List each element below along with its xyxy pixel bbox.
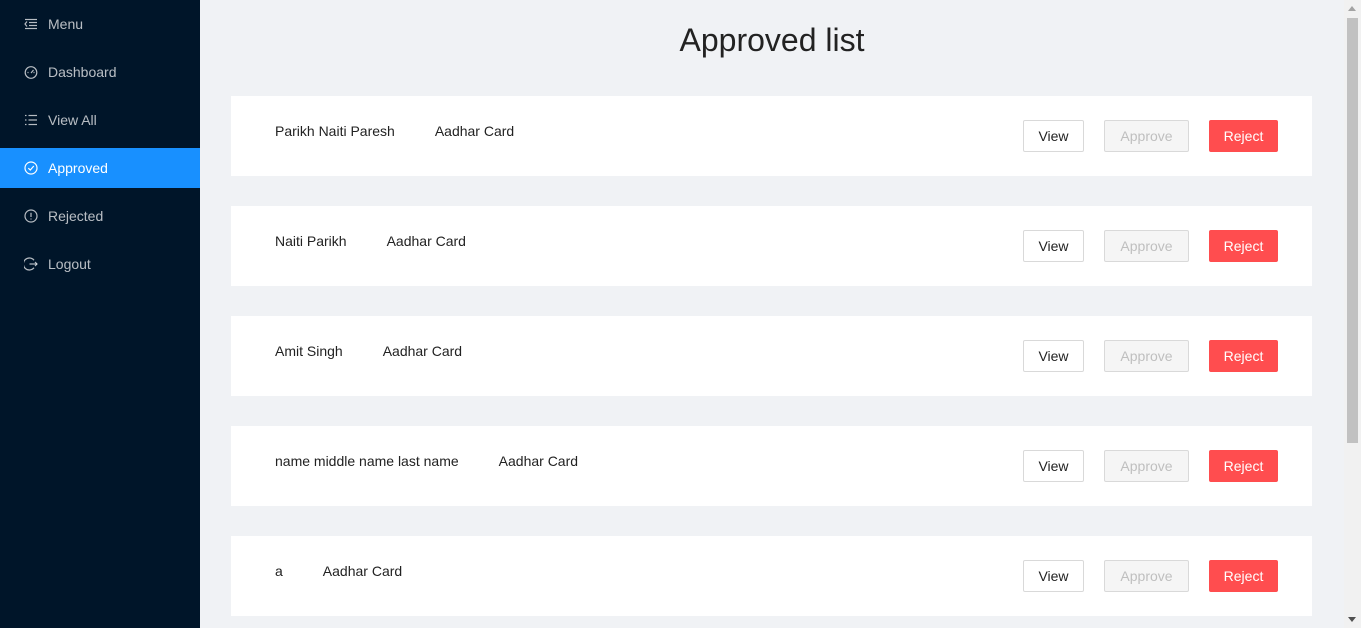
vertical-scrollbar[interactable] [1344,0,1361,628]
exclamation-circle-icon [24,209,38,223]
menu-fold-icon [24,17,38,31]
document-type: Aadhar Card [322,563,403,579]
approve-button[interactable]: Approve [1104,450,1189,482]
approve-button[interactable]: Approve [1104,120,1189,152]
main-content: Approved list Parikh Naiti Paresh Aadhar … [200,0,1344,628]
reject-button[interactable]: Reject [1209,560,1278,592]
sidebar-item-label: Menu [48,16,84,32]
list-item: Naiti Parikh Aadhar Card View Approve Rej… [231,206,1312,286]
sidebar-item-approved[interactable]: Approved [0,148,200,188]
dashboard-icon [24,65,38,79]
applicant-name: Parikh Naiti Paresh [275,123,395,139]
scroll-down-icon[interactable] [1348,617,1356,622]
approve-button[interactable]: Approve [1104,230,1189,262]
approve-button[interactable]: Approve [1104,560,1189,592]
check-circle-icon [24,161,38,175]
reject-button[interactable]: Reject [1209,340,1278,372]
view-button[interactable]: View [1023,340,1084,372]
document-type: Aadhar Card [382,343,463,359]
applicant-name: Amit Singh [275,343,343,359]
document-type: Aadhar Card [386,233,466,249]
sidebar-item-label: Logout [48,256,91,272]
sidebar-item-rejected[interactable]: Rejected [0,196,200,236]
list-item: name middle name last name Aadhar Card Vi… [231,426,1312,506]
applicant-name: name middle name last name [275,453,459,469]
list-item: Parikh Naiti Paresh Aadhar Card View Appr… [231,96,1312,176]
sidebar: Menu Dashboard View All Approved Rejecte… [0,0,200,628]
list-item: a Aadhar Card View Approve Reject [231,536,1312,616]
sidebar-item-label: View All [48,112,97,128]
sidebar-item-menu[interactable]: Menu [0,4,200,44]
logout-icon [24,257,38,271]
view-button[interactable]: View [1023,120,1084,152]
sidebar-item-label: Approved [48,160,108,176]
sidebar-item-view-all[interactable]: View All [0,100,200,140]
document-type: Aadhar Card [498,453,579,469]
list-icon [24,113,38,127]
reject-button[interactable]: Reject [1209,450,1278,482]
view-button[interactable]: View [1023,230,1084,262]
scroll-up-icon[interactable] [1348,6,1356,11]
view-button[interactable]: View [1023,450,1084,482]
reject-button[interactable]: Reject [1209,230,1278,262]
sidebar-item-label: Dashboard [48,64,117,80]
approve-button[interactable]: Approve [1104,340,1189,372]
view-button[interactable]: View [1023,560,1084,592]
sidebar-item-dashboard[interactable]: Dashboard [0,52,200,92]
sidebar-item-label: Rejected [48,208,104,224]
scrollbar-thumb[interactable] [1347,18,1358,443]
sidebar-item-logout[interactable]: Logout [0,244,200,284]
reject-button[interactable]: Reject [1209,120,1278,152]
list-item: Amit Singh Aadhar Card View Approve Rejec… [231,316,1312,396]
applicant-name: Naiti Parikh [275,233,347,249]
document-type: Aadhar Card [434,123,515,139]
applicant-name: a [275,563,283,579]
page-title: Approved list [679,22,865,58]
